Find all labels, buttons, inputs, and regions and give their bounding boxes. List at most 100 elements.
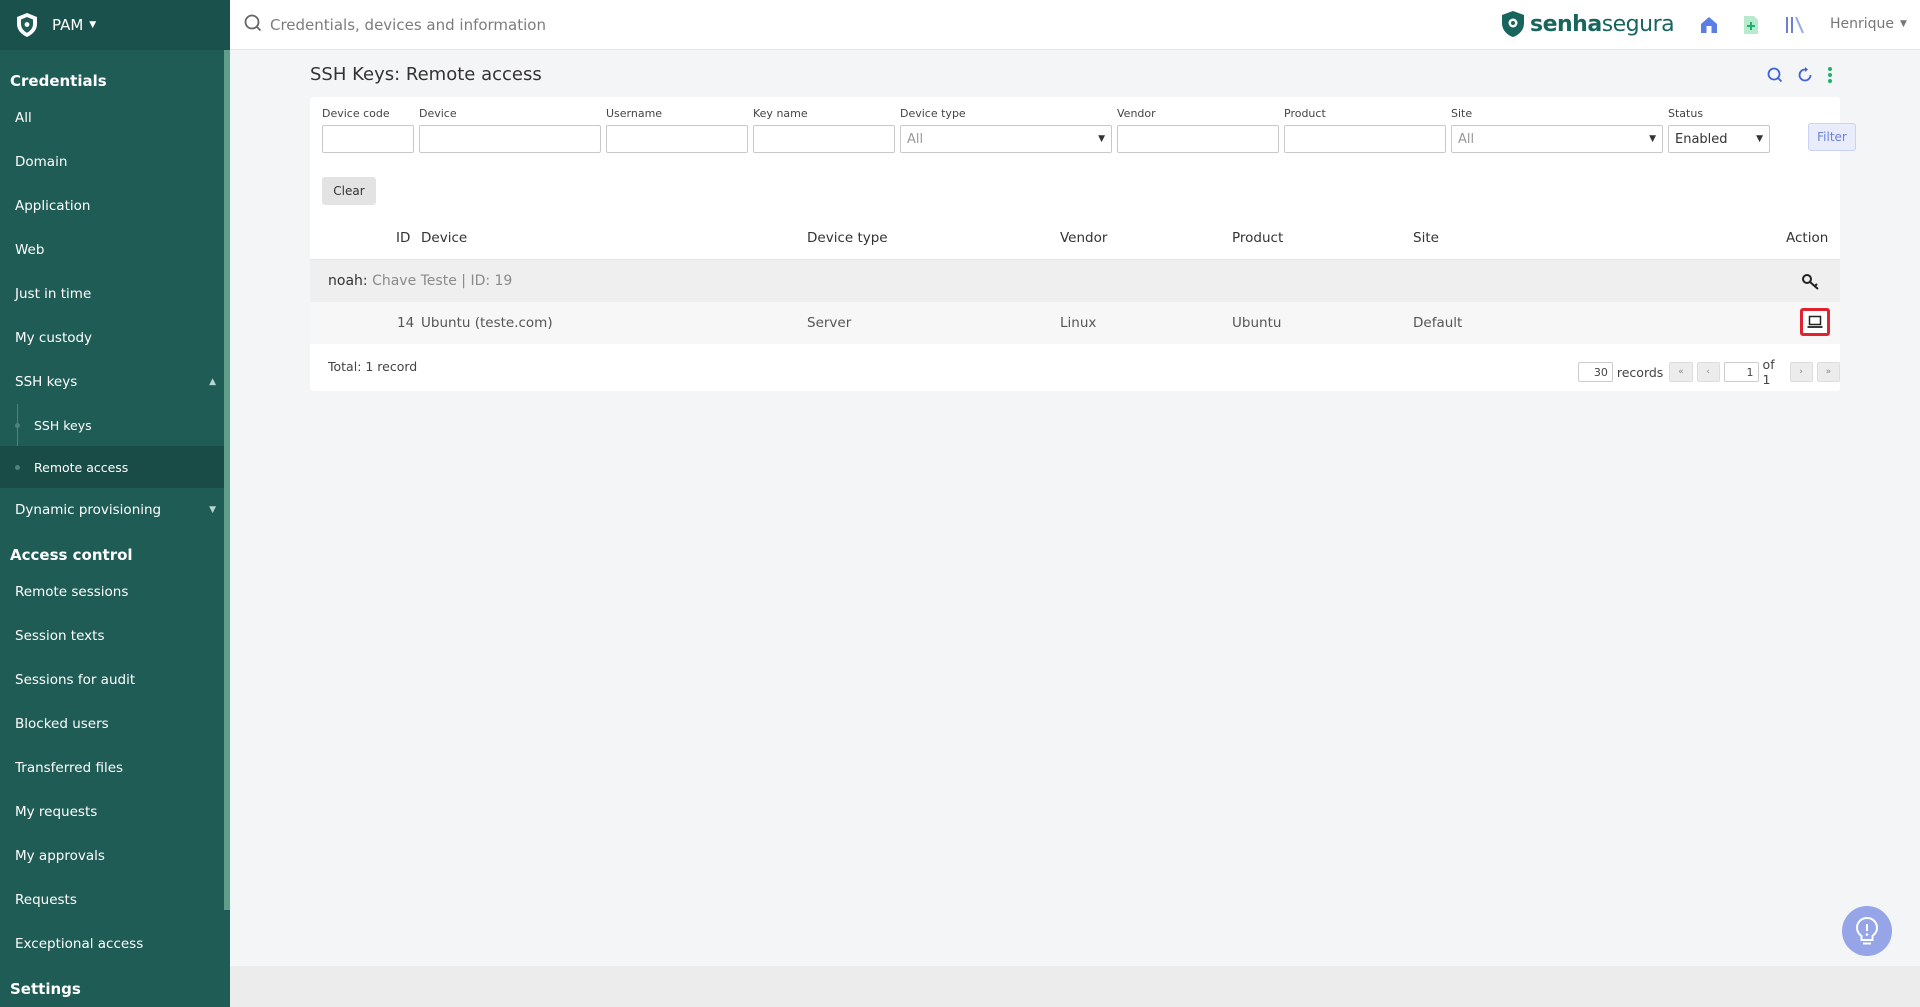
section-access-control: Access control [10,546,133,564]
key-icon[interactable] [1800,271,1822,293]
username-input[interactable] [606,125,748,153]
col-header-vendor[interactable]: Vendor [1060,230,1107,246]
cell-vendor: Linux [1060,315,1097,331]
status-select[interactable]: Enabled ▼ [1668,125,1770,153]
sidebar-item-dynamic-provisioning[interactable]: Dynamic provisioning ▼ [0,488,230,532]
label-username: Username [606,107,663,120]
key-name-input[interactable] [753,125,895,153]
product-input[interactable] [1284,125,1446,153]
label-device-type: Device type [900,107,966,120]
col-header-device-type[interactable]: Device type [807,230,888,246]
brand-logo: senhasegura [1500,10,1675,38]
device-code-input[interactable] [322,125,414,153]
refresh-icon[interactable] [1797,67,1813,83]
sidebar-item-label: All [15,110,32,126]
page-title: SSH Keys: Remote access [310,64,542,85]
topbar: senhasegura Henrique ▼ [230,0,1920,50]
site-value: All [1458,131,1475,147]
sidebar-item-remote-sessions[interactable]: Remote sessions [0,570,230,614]
sidebar-item-label: Web [15,242,45,258]
sidebar-item-label: Session texts [15,628,105,644]
search-icon[interactable] [1767,67,1783,83]
bullet-icon [15,464,20,470]
last-page-button[interactable]: » [1816,362,1840,382]
cell-device-type: Server [807,315,852,331]
sidebar-item-label: Requests [15,892,77,908]
sidebar-item-exceptional-access[interactable]: Exceptional access [0,922,230,966]
sidebar-subitem-remote-access[interactable]: Remote access [0,446,224,488]
lightbulb-icon [1855,916,1879,945]
device-type-select[interactable]: All ▼ [900,125,1112,153]
site-select[interactable]: All ▼ [1451,125,1663,153]
section-settings: Settings [10,980,81,998]
sidebar-item-session-texts[interactable]: Session texts [0,614,230,658]
col-header-action: Action [1786,230,1829,246]
sidebar-item-my-requests[interactable]: My requests [0,790,230,834]
sidebar-item-label: My custody [15,330,93,346]
caret-down-icon: ▼ [1649,134,1656,144]
cell-product: Ubuntu [1232,315,1282,331]
sidebar-item-ssh-keys[interactable]: SSH keys ▲ [0,360,230,404]
label-key-name: Key name [753,107,808,120]
add-document-icon[interactable] [1740,14,1762,36]
group-row: noah: Chave Teste | ID: 19 [310,260,1840,302]
laptop-icon [1807,315,1823,328]
next-page-button[interactable]: › [1789,362,1813,382]
cell-id: 14 [397,315,415,331]
device-type-value: All [907,131,924,147]
sidebar-subitem-label: SSH keys [34,417,92,433]
col-header-product[interactable]: Product [1232,230,1283,246]
sidebar-item-application[interactable]: Application [0,184,230,228]
label-device: Device [419,107,457,120]
global-search-input[interactable] [270,12,770,38]
caret-down-icon: ▼ [1900,19,1907,29]
brand-text-part2: segura [1601,11,1675,37]
sidebar-item-all[interactable]: All [0,96,230,140]
sidebar-item-blocked-users[interactable]: Blocked users [0,702,230,746]
brand-text: senhasegura [1530,11,1675,37]
cell-site: Default [1413,315,1463,331]
sidebar-item-label: My approvals [15,848,105,864]
sidebar-item-transferred-files[interactable]: Transferred files [0,746,230,790]
sidebar-subitem-ssh-keys[interactable]: SSH keys [0,404,224,446]
remote-access-button[interactable] [1800,308,1830,336]
sidebar-item-label: Blocked users [15,716,109,732]
label-device-code: Device code [322,107,390,120]
sidebar-item-domain[interactable]: Domain [0,140,230,184]
user-menu[interactable]: Henrique ▼ [1830,16,1907,32]
help-button[interactable] [1842,906,1892,956]
device-input[interactable] [419,125,601,153]
vendor-input[interactable] [1117,125,1279,153]
first-page-button[interactable]: « [1669,362,1693,382]
library-icon[interactable] [1784,14,1806,36]
home-icon[interactable] [1698,14,1720,36]
sidebar-item-sessions-for-audit[interactable]: Sessions for audit [0,658,230,702]
user-name: Henrique [1830,16,1895,32]
sidebar-item-my-custody[interactable]: My custody [0,316,230,360]
sidebar-item-label: My requests [15,804,98,820]
sidebar-item-requests[interactable]: Requests [0,878,230,922]
caret-down-icon: ▼ [89,20,97,30]
more-vertical-icon[interactable] [1827,66,1833,84]
clear-button[interactable]: Clear [322,177,376,205]
prev-page-button[interactable]: ‹ [1696,362,1720,382]
brand-text-part1: senha [1530,11,1602,37]
caret-down-icon: ▼ [1756,134,1763,144]
sidebar-item-my-approvals[interactable]: My approvals [0,834,230,878]
shield-brand-icon [1502,11,1524,37]
pagination: 30 records « ‹ 1 of 1 › » [1578,357,1840,387]
page-input[interactable]: 1 [1723,362,1759,382]
col-header-id[interactable]: ID [396,230,410,246]
per-page-input[interactable]: 30 [1578,362,1613,382]
sidebar-item-label: Application [15,198,91,214]
pam-label: PAM [52,16,84,34]
pam-menu-button[interactable]: PAM ▼ [52,16,96,34]
sidebar-header: PAM ▼ [0,0,230,50]
sidebar-item-web[interactable]: Web [0,228,230,272]
col-header-device[interactable]: Device [421,230,467,246]
col-header-site[interactable]: Site [1413,230,1439,246]
caret-down-icon: ▼ [209,505,216,515]
sidebar-item-just-in-time[interactable]: Just in time [0,272,230,316]
total-records: Total: 1 record [328,359,418,374]
filter-button[interactable]: Filter [1808,123,1856,151]
